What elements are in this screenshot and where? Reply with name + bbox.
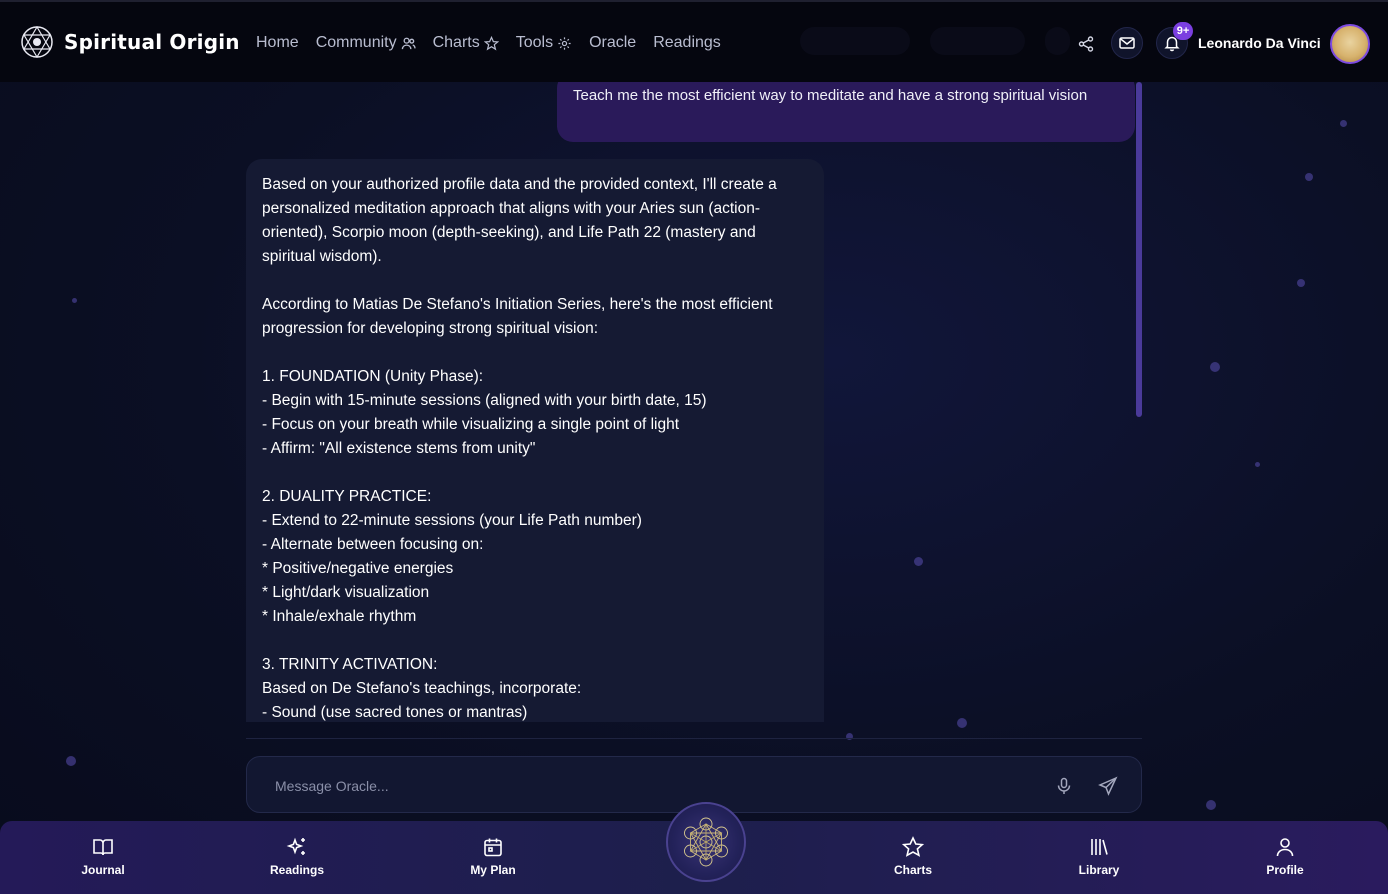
star-decoration <box>1206 800 1216 810</box>
notification-badge: 9+ <box>1173 22 1193 40</box>
share-icon <box>1078 36 1094 52</box>
bottom-nav-journal[interactable]: Journal <box>58 836 148 877</box>
book-open-icon <box>93 839 113 856</box>
oracle-message-bubble: Based on your authorized profile data an… <box>246 159 824 722</box>
nav-community[interactable]: Community <box>316 34 416 52</box>
send-icon <box>1098 776 1118 796</box>
main-nav: Home Community Charts Tools Oracle Readi… <box>256 34 738 52</box>
nav-home-label: Home <box>256 34 299 51</box>
send-button[interactable] <box>1097 775 1119 797</box>
star-decoration <box>1255 462 1260 467</box>
share-button[interactable] <box>1070 28 1102 60</box>
oracle-message-text: Based on your authorized profile data an… <box>262 176 777 721</box>
faded-header-button <box>930 27 1025 55</box>
mail-button[interactable] <box>1111 27 1143 59</box>
nav-readings[interactable]: Readings <box>653 34 721 52</box>
faded-header-button <box>800 27 910 55</box>
bottom-nav-library-label: Library <box>1078 863 1120 877</box>
star-decoration <box>66 756 76 766</box>
nav-readings-label: Readings <box>653 34 721 51</box>
oracle-orb-button[interactable] <box>666 802 746 882</box>
star-decoration <box>1340 120 1347 127</box>
users-icon <box>401 37 416 49</box>
user-icon <box>1276 838 1294 857</box>
nav-charts[interactable]: Charts <box>433 34 499 52</box>
username[interactable]: Leonardo Da Vinci <box>1198 35 1321 51</box>
calendar-icon <box>484 838 502 857</box>
gear-icon <box>558 36 571 50</box>
nav-community-label: Community <box>315 34 397 51</box>
chat-scrollbar[interactable] <box>1136 82 1142 417</box>
nav-charts-label: Charts <box>432 34 480 51</box>
top-header: Spiritual Origin Home Community Charts T… <box>0 0 1388 82</box>
star-decoration <box>1297 279 1305 287</box>
message-input[interactable] <box>275 775 1035 797</box>
star-icon <box>902 836 924 857</box>
nav-oracle[interactable]: Oracle <box>589 34 636 52</box>
metatron-cube-icon <box>684 817 728 867</box>
nav-oracle-label: Oracle <box>589 34 637 51</box>
bottom-nav-library[interactable]: Library <box>1054 836 1144 877</box>
library-icon <box>1091 839 1108 855</box>
nav-tools-label: Tools <box>515 34 554 51</box>
mail-icon <box>1119 37 1135 49</box>
star-decoration <box>1305 173 1313 181</box>
composer-divider <box>246 738 1142 739</box>
sparkles-icon <box>286 837 305 855</box>
bottom-nav-profile-label: Profile <box>1266 863 1304 877</box>
bottom-nav-charts-label: Charts <box>893 863 932 877</box>
brand-name[interactable]: Spiritual Origin <box>64 30 240 54</box>
chat-scroll-area[interactable]: Teach me the most efficient way to medit… <box>246 82 1142 722</box>
avatar[interactable] <box>1330 24 1370 64</box>
star-icon <box>483 35 499 50</box>
microphone-icon <box>1057 777 1071 794</box>
bottom-nav-journal-label: Journal <box>81 863 125 877</box>
bottom-nav-profile[interactable]: Profile <box>1240 836 1330 877</box>
bottom-nav-readings[interactable]: Readings <box>252 836 342 877</box>
nav-home[interactable]: Home <box>256 34 299 52</box>
star-decoration <box>1210 362 1220 372</box>
nav-tools[interactable]: Tools <box>516 34 572 52</box>
bottom-nav-charts[interactable]: Charts <box>868 836 958 877</box>
bottom-nav-my-plan[interactable]: My Plan <box>448 836 538 877</box>
logo-icon[interactable] <box>20 25 54 59</box>
bottom-nav-my-plan-label: My Plan <box>470 863 516 877</box>
notifications-button[interactable]: 9+ <box>1156 22 1193 59</box>
star-decoration <box>72 298 77 303</box>
voice-button[interactable] <box>1053 775 1075 797</box>
user-message-text: Teach me the most efficient way to medit… <box>573 87 1088 104</box>
user-message-bubble: Teach me the most efficient way to medit… <box>557 82 1135 142</box>
bottom-nav-readings-label: Readings <box>269 863 324 877</box>
faded-header-button <box>1045 27 1070 55</box>
